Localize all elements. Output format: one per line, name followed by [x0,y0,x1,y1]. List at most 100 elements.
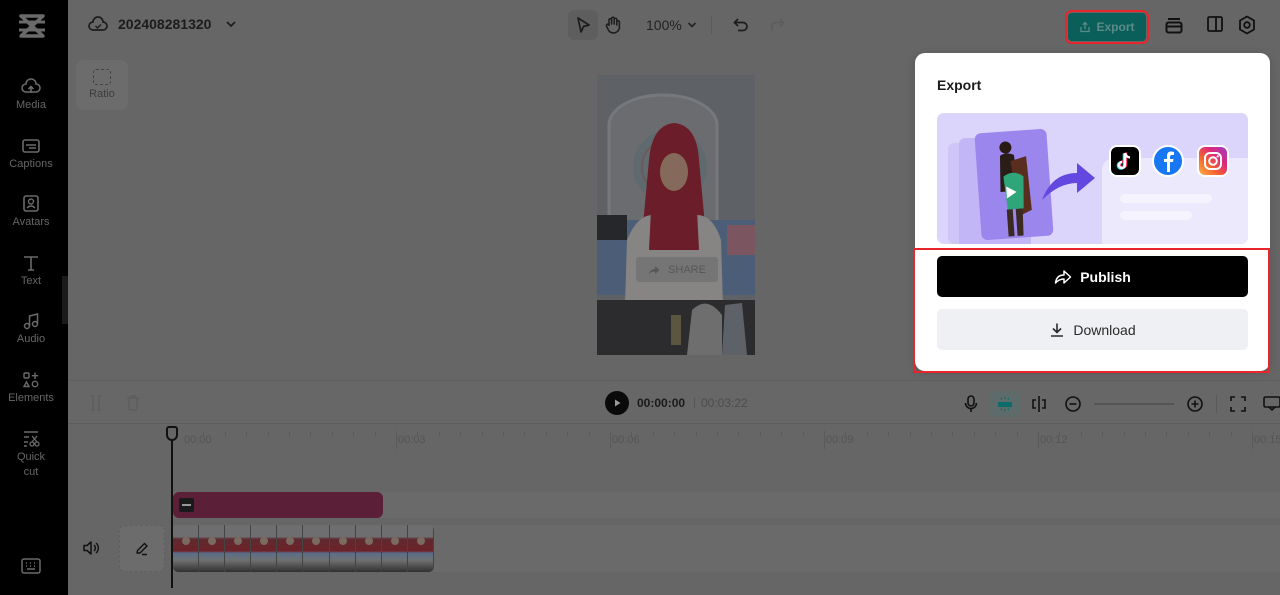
cloud-sync-icon [88,16,108,31]
text-icon [24,256,38,271]
sidebar-item-elements[interactable]: Elements [0,371,62,406]
ruler-minor-tick [524,432,526,436]
ruler-label: 00:06 [612,434,640,446]
cursor-icon [577,17,590,33]
ratio-button[interactable]: Ratio [76,60,128,110]
play-icon [615,399,621,407]
ruler-minor-tick [1059,432,1061,436]
timeline-zoom-slider[interactable] [1094,403,1174,405]
keyboard-icon[interactable] [21,558,41,579]
video-preview[interactable]: SHARE [597,75,755,355]
hand-tool-button[interactable] [598,10,628,40]
sidebar-item-captions[interactable]: Captions [0,137,62,172]
ruler-minor-tick [1016,432,1018,436]
zoom-in-icon[interactable] [1180,391,1210,417]
settings-gear-icon[interactable] [1238,15,1256,40]
elements-icon [22,372,39,388]
ruler-minor-tick [331,432,333,436]
facebook-icon [1152,145,1184,177]
illustration-line [1120,194,1212,203]
share-arrow-icon [649,265,660,274]
ruler-major-tick [396,431,397,449]
sidebar-item-label: Audio [16,333,46,345]
track-mute-speaker-icon[interactable] [82,540,100,561]
undo-button[interactable] [726,10,756,40]
ruler-label: 00:03 [398,434,426,446]
playhead-handle[interactable] [166,426,178,441]
split-clip-icon[interactable] [1024,391,1054,417]
sidebar: Media Captions Avatars Text Audio Elemen… [0,0,68,595]
zoom-out-icon[interactable] [1058,391,1088,417]
ruler-minor-tick [973,432,975,436]
capcut-logo-icon[interactable] [17,12,47,40]
instagram-icon [1197,145,1229,177]
ruler-minor-tick [1209,432,1211,436]
ruler-minor-tick [267,432,269,436]
ruler-major-tick [1038,431,1039,449]
ruler-minor-tick [310,432,312,436]
sidebar-item-label: cut [23,466,39,478]
ruler-minor-tick [995,432,997,436]
sidebar-item-quick-cut[interactable]: Quick cut [0,430,62,480]
ruler-minor-tick [438,432,440,436]
microphone-icon[interactable] [956,391,986,417]
ruler-minor-tick [1145,432,1146,436]
video-thumbnail [251,525,278,572]
ruler-minor-tick [503,432,504,436]
feedback-monitor-icon[interactable] [1257,391,1280,417]
ruler-minor-tick [374,432,376,436]
sidebar-item-avatars[interactable]: Avatars [0,195,62,230]
ruler-minor-tick [1080,432,1082,436]
playhead[interactable] [166,426,178,588]
highlight-annotation [913,248,1270,373]
ruler-minor-tick [717,432,718,436]
fullscreen-icon[interactable] [1223,391,1253,417]
redo-button[interactable] [762,10,792,40]
redo-icon [771,18,785,31]
text-clip-icon [179,498,194,512]
video-thumbnail [407,525,434,572]
ruler-minor-tick [695,432,697,436]
play-button[interactable] [605,391,629,415]
ruler-minor-tick [674,432,676,436]
sidebar-item-audio[interactable]: Audio [0,312,62,347]
ruler-minor-tick [781,432,783,436]
zoom-level-dropdown[interactable]: 100% [646,17,697,33]
select-tool-button[interactable] [568,10,598,40]
ratio-label: Ratio [89,88,115,100]
chevron-down-icon [226,21,237,28]
share-overlay-button[interactable]: SHARE [636,257,718,282]
edit-cover-button[interactable] [119,525,165,572]
split-view-icon[interactable] [1206,15,1224,40]
video-frame-image [597,75,755,355]
export-button[interactable]: Export [1065,10,1149,44]
auto-snap-toggle[interactable] [990,391,1020,417]
layers-icon[interactable] [1164,15,1184,40]
timeline-toolbar: 00:00:00 | 00:03:22 [68,380,1280,424]
ruler-minor-tick [845,432,847,436]
ruler-minor-tick [545,432,547,436]
ruler-minor-tick [289,432,290,436]
export-popover-title: Export [937,77,982,93]
sidebar-item-label: Elements [8,392,54,404]
timeline-ruler[interactable]: 00:00 00:03 00:06 00:09 00:12 00:15 [68,424,1280,454]
video-thumbnail [173,525,200,572]
capcut-editor: Media Captions Avatars Text Audio Elemen… [0,0,1280,595]
sidebar-item-text[interactable]: Text [0,254,62,289]
ruler-minor-tick [481,432,483,436]
ruler-minor-tick [652,432,654,436]
project-name: 202408281320 [118,16,212,32]
ruler-major-tick [1252,431,1253,449]
export-button-label: Export [1096,20,1135,34]
delete-trash-icon[interactable] [125,394,141,417]
captions-icon [22,139,40,153]
split-icon[interactable] [88,394,104,417]
sidebar-item-media[interactable]: Media [0,78,62,113]
ruler-minor-tick [417,432,419,436]
text-clip[interactable] [173,492,383,518]
ruler-minor-tick [1102,432,1104,436]
project-title[interactable]: 202408281320 [88,16,237,32]
sidebar-item-label: Quick [16,451,46,463]
time-separator: | [693,395,697,409]
video-clip[interactable] [173,525,434,572]
